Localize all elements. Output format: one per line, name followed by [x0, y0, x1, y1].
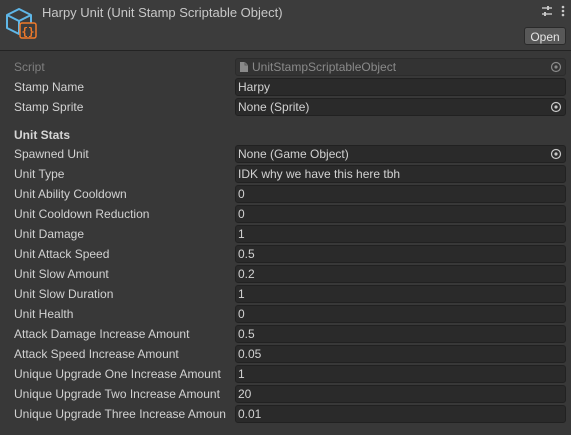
stat-label: Attack Speed Increase Amount [14, 347, 179, 361]
stamp-sprite-row: Stamp Sprite None (Sprite) [0, 97, 571, 117]
stat-field[interactable]: 0 [235, 185, 566, 203]
stat-field[interactable]: 0.5 [235, 245, 566, 263]
object-picker-icon [550, 61, 562, 73]
spawned-unit-value: None (Game Object) [238, 147, 349, 161]
stat-row: Unique Upgrade One Increase Amount 1 [0, 364, 571, 384]
script-row: Script UnitStampScriptableObject [0, 57, 571, 77]
stat-label: Unit Type [14, 167, 65, 181]
inspector-title: Harpy Unit (Unit Stamp Scriptable Object… [42, 5, 283, 20]
stat-field[interactable]: 1 [235, 225, 566, 243]
object-picker-icon[interactable] [550, 101, 562, 113]
stat-label: Unit Ability Cooldown [14, 187, 127, 201]
stat-field[interactable]: 1 [235, 365, 566, 383]
stat-field[interactable]: 0 [235, 305, 566, 323]
stat-row: Unique Upgrade Two Increase Amount 20 [0, 384, 571, 404]
stat-label: Unit Damage [14, 227, 85, 241]
stat-label: Unique Upgrade Three Increase Amoun [14, 407, 226, 421]
stat-label: Unit Cooldown Reduction [14, 207, 150, 221]
stat-field[interactable]: 0 [235, 205, 566, 223]
stat-row: Unit Cooldown Reduction 0 [0, 204, 571, 224]
stat-label: Unique Upgrade Two Increase Amount [14, 387, 220, 401]
script-label: Script [14, 60, 45, 74]
stat-row: Unit Ability Cooldown 0 [0, 184, 571, 204]
stamp-sprite-label: Stamp Sprite [14, 100, 84, 114]
stat-row: Unit Health 0 [0, 304, 571, 324]
inspector-header: {} Harpy Unit (Unit Stamp Scriptable Obj… [0, 0, 571, 50]
stamp-name-row: Stamp Name Harpy [0, 77, 571, 97]
script-value: UnitStampScriptableObject [252, 60, 397, 74]
stat-field[interactable]: 0.05 [235, 345, 566, 363]
stat-label: Unit Health [14, 307, 74, 321]
object-picker-icon[interactable] [550, 148, 562, 160]
stat-row: Attack Damage Increase Amount 0.5 [0, 324, 571, 344]
scriptable-object-icon: {} [6, 8, 37, 39]
stat-label: Unit Slow Duration [14, 287, 114, 301]
stat-field[interactable]: 20 [235, 385, 566, 403]
svg-text:{}: {} [21, 25, 34, 38]
stamp-name-label: Stamp Name [14, 80, 85, 94]
stat-label: Unit Attack Speed [14, 247, 110, 261]
stat-label: Attack Damage Increase Amount [14, 327, 190, 341]
stamp-sprite-value: None (Sprite) [238, 100, 310, 114]
kebab-menu-icon[interactable] [556, 4, 570, 18]
open-button[interactable]: Open [524, 27, 566, 45]
stat-field[interactable]: 0.2 [235, 265, 566, 283]
spawned-unit-label: Spawned Unit [14, 147, 89, 161]
stat-row: Unit Attack Speed 0.5 [0, 244, 571, 264]
script-field: UnitStampScriptableObject [235, 58, 566, 76]
stat-field[interactable]: 0.01 [235, 405, 566, 423]
settings-sliders-icon[interactable] [540, 4, 554, 18]
stat-field[interactable]: 0.5 [235, 325, 566, 343]
stat-row: Unit Type IDK why we have this here tbh [0, 164, 571, 184]
stat-row: Unit Slow Duration 1 [0, 284, 571, 304]
stat-row: Unit Slow Amount 0.2 [0, 264, 571, 284]
stat-row: Unique Upgrade Three Increase Amoun 0.01 [0, 404, 571, 424]
spawned-unit-field[interactable]: None (Game Object) [235, 145, 566, 163]
stat-label: Unique Upgrade One Increase Amount [14, 367, 221, 381]
unit-stats-header: Unit Stats [14, 128, 71, 142]
spawned-unit-row: Spawned Unit None (Game Object) [0, 144, 571, 164]
header-divider [0, 50, 571, 51]
stat-row: Attack Speed Increase Amount 0.05 [0, 344, 571, 364]
stat-field[interactable]: IDK why we have this here tbh [235, 165, 566, 183]
script-file-icon [240, 62, 248, 72]
stat-field[interactable]: 1 [235, 285, 566, 303]
stamp-sprite-field[interactable]: None (Sprite) [235, 98, 566, 116]
stamp-name-field[interactable]: Harpy [235, 78, 566, 96]
stat-label: Unit Slow Amount [14, 267, 109, 281]
stat-row: Unit Damage 1 [0, 224, 571, 244]
